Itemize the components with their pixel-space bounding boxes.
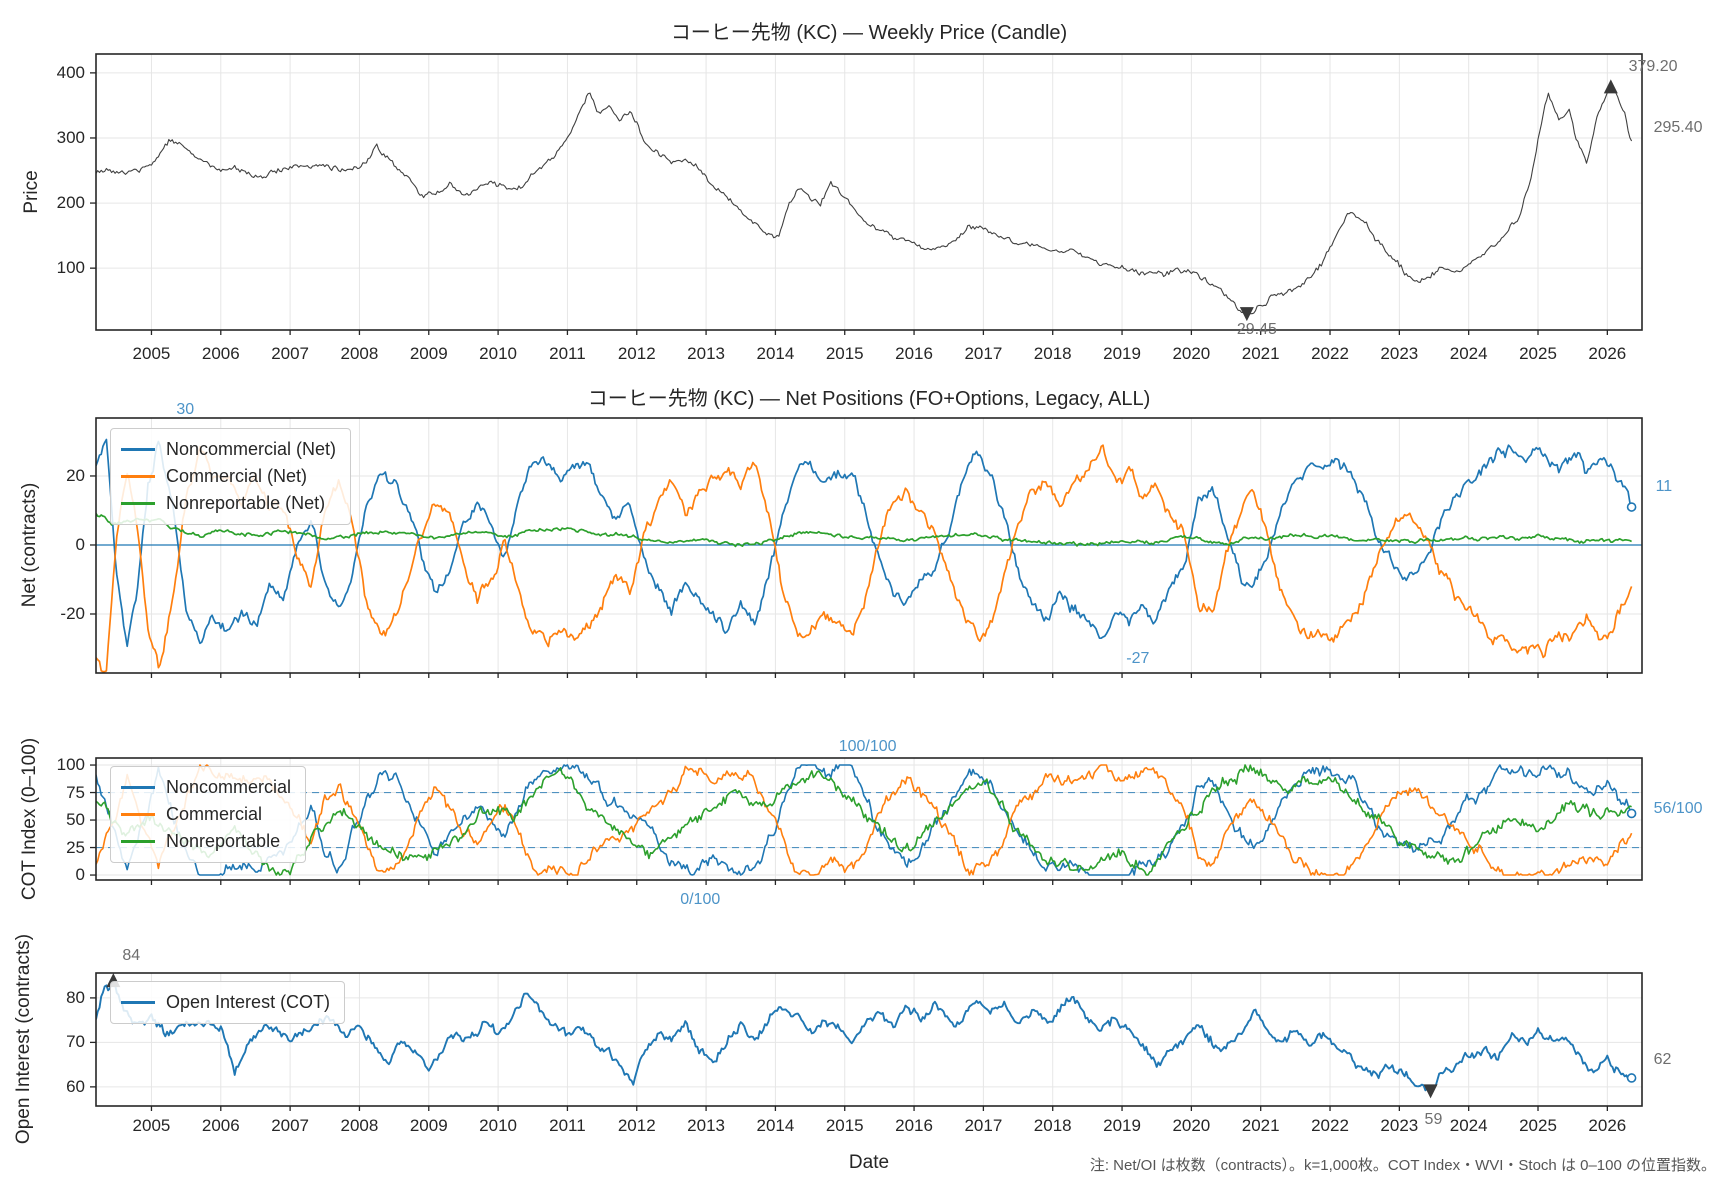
noncommercial-net-last-point-marker	[1628, 503, 1636, 511]
open-interest-last-point-marker	[1628, 1074, 1636, 1082]
figure-canvas	[0, 0, 1728, 1180]
tick-marks	[90, 476, 1607, 678]
cot-index-chart	[90, 758, 1642, 885]
min-marker-triangle	[1424, 1084, 1438, 1098]
max-marker-triangle	[1604, 79, 1618, 93]
price-line	[96, 86, 1632, 314]
grid-lines	[96, 54, 1642, 330]
net-positions-chart	[90, 418, 1642, 678]
open-interest-chart	[90, 973, 1642, 1111]
max-marker-triangle	[106, 973, 120, 987]
tick-marks	[90, 73, 1607, 335]
price-chart	[90, 54, 1642, 335]
tick-marks	[90, 998, 1607, 1111]
commercial-net-line	[96, 445, 1632, 671]
grid-lines	[96, 973, 1642, 1106]
open-interest-line	[96, 980, 1632, 1091]
noncommercial-net-line	[96, 440, 1632, 647]
plot-border	[96, 54, 1642, 330]
noncommercial-index-last-point-marker	[1628, 809, 1636, 817]
plot-border	[96, 973, 1642, 1106]
